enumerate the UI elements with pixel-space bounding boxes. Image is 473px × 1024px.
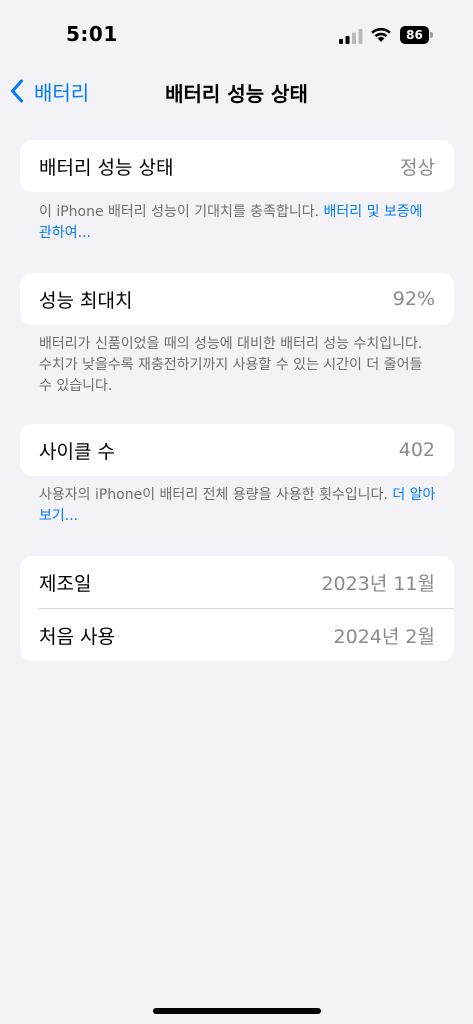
max-capacity-row: 성능 최대치 92% xyxy=(20,273,454,325)
first-use-label: 처음 사용 xyxy=(39,625,115,648)
dates-card: 제조일 2023년 11월 처음 사용 2024년 2월 xyxy=(20,556,454,661)
cellular-signal-icon xyxy=(339,29,363,44)
status-time: 5:01 xyxy=(66,22,118,46)
battery-health-footnote: 이 iPhone 배터리 성능이 기대치를 충족합니다. 배터리 및 보증에 관… xyxy=(39,202,439,244)
home-indicator[interactable] xyxy=(153,1008,321,1014)
first-use-value: 2024년 2월 xyxy=(333,625,435,648)
battery-level: 86 xyxy=(400,26,429,44)
battery-health-footnote-text: 이 iPhone 배터리 성능이 기대치를 충족합니다. xyxy=(39,204,324,220)
cycle-count-footnote-text: 사용자의 iPhone이 배터리 전체 용량을 사용한 횟수입니다. xyxy=(39,487,393,503)
max-capacity-card: 성능 최대치 92% xyxy=(20,273,454,325)
battery-health-label: 배터리 성능 상태 xyxy=(39,156,174,179)
wifi-icon xyxy=(371,27,391,42)
battery-icon: 86 xyxy=(400,26,434,44)
cycle-count-footnote: 사용자의 iPhone이 배터리 전체 용량을 사용한 횟수입니다. 더 알아보… xyxy=(39,485,439,527)
battery-health-card: 배터리 성능 상태 정상 xyxy=(20,140,454,192)
cycle-count-label: 사이클 수 xyxy=(39,440,115,463)
page-title: 배터리 성능 상태 xyxy=(165,82,308,106)
manufacture-date-label: 제조일 xyxy=(39,572,92,595)
battery-health-row: 배터리 성능 상태 정상 xyxy=(20,140,454,192)
cycle-count-row: 사이클 수 402 xyxy=(20,424,454,476)
cycle-count-card: 사이클 수 402 xyxy=(20,424,454,476)
max-capacity-value: 92% xyxy=(392,288,435,310)
status-bar: 5:01 86 xyxy=(0,0,473,70)
manufacture-date-row: 제조일 2023년 11월 xyxy=(20,556,454,608)
max-capacity-footnote: 배터리가 신품이었을 때의 성능에 대비한 배터리 성능 수치입니다. 수치가 … xyxy=(39,336,423,394)
battery-health-value: 정상 xyxy=(400,156,435,179)
first-use-row: 처음 사용 2024년 2월 xyxy=(20,609,454,661)
battery-nub xyxy=(430,32,433,38)
navigation-bar: 배터리 배터리 성능 상태 xyxy=(0,70,473,114)
manufacture-date-value: 2023년 11월 xyxy=(321,572,435,595)
cycle-count-value: 402 xyxy=(398,439,435,461)
max-capacity-label: 성능 최대치 xyxy=(39,289,133,312)
